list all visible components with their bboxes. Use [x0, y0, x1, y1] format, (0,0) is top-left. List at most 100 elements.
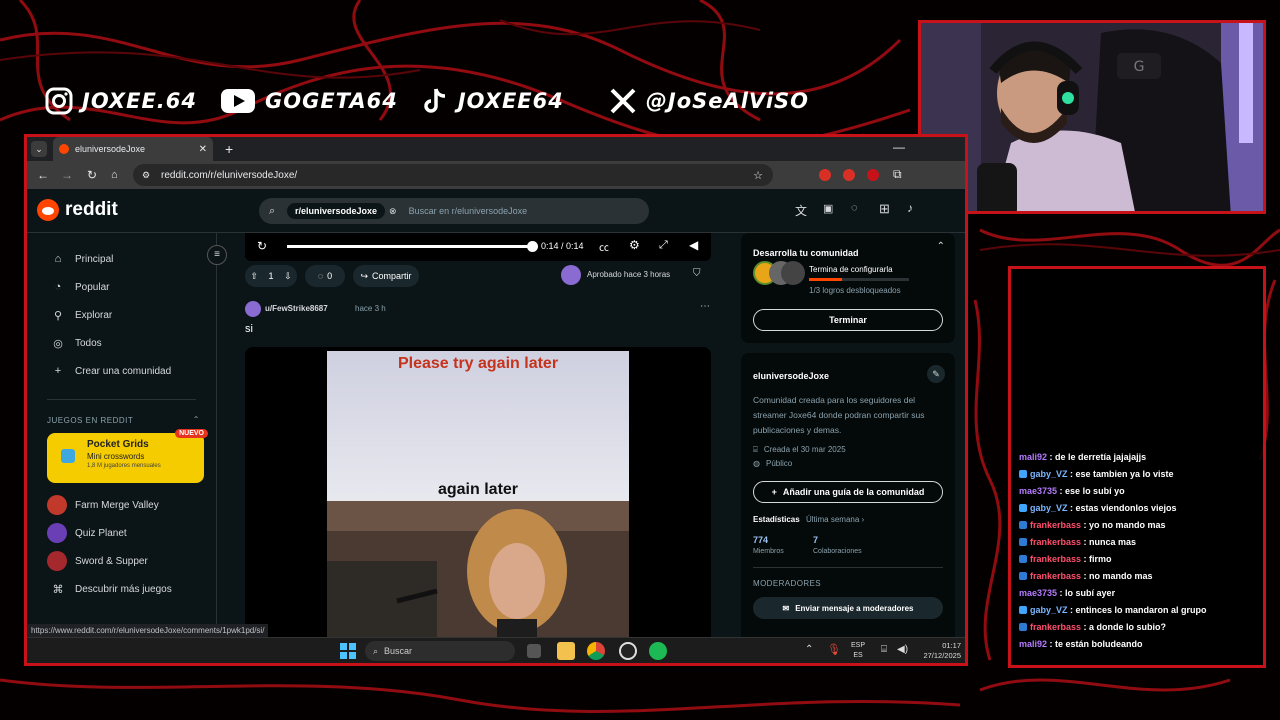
chat-username[interactable]: gaby_VZ	[1030, 469, 1068, 479]
chat-username[interactable]: gaby_VZ	[1030, 503, 1068, 513]
message-mods-button[interactable]: ✉ Enviar mensaje a moderadores	[753, 597, 943, 619]
stats-header: Estadísticas Última semana ›	[753, 515, 864, 524]
games-section-header[interactable]: JUEGOS EN REDDIT ⌃	[27, 400, 216, 425]
start-button[interactable]	[339, 642, 357, 660]
taskbar-search[interactable]: ⌕ Buscar	[365, 641, 515, 661]
chat-username[interactable]: frankerbass	[1030, 520, 1081, 530]
chat-icon[interactable]: ◌	[851, 202, 858, 214]
chat-username[interactable]: gaby_VZ	[1030, 605, 1068, 615]
game-quiz-planet[interactable]: Quiz Planet	[27, 519, 216, 547]
comment-author[interactable]: u/FewStrike8687	[265, 304, 328, 313]
video-progress-knob[interactable]	[527, 241, 538, 252]
collapse-icon[interactable]: ⌃	[937, 241, 945, 252]
chat-username[interactable]: frankerbass	[1030, 537, 1081, 547]
nav-label: Principal	[75, 253, 114, 265]
ads-icon[interactable]: ▣	[823, 202, 833, 215]
language-indicator[interactable]: ESP ES	[851, 641, 865, 661]
nav-todos[interactable]: ◎ Todos	[27, 329, 216, 357]
stats-period[interactable]: Última semana	[806, 515, 859, 524]
task-view-icon[interactable]	[527, 644, 541, 658]
video-progress-track[interactable]	[287, 241, 538, 252]
search-scope-chip[interactable]: r/eluniversodeJoxe	[287, 203, 386, 219]
sidebar-menu-icon[interactable]: ≡	[207, 245, 227, 265]
translate-icon[interactable]: 文	[795, 202, 807, 219]
terminar-button[interactable]: Terminar	[753, 309, 943, 331]
comment-more-icon[interactable]: ⋯	[700, 301, 710, 312]
chat-badge-icon	[1019, 623, 1027, 631]
replay-icon[interactable]: ↻	[257, 239, 267, 253]
share-button[interactable]: ↪ Compartir	[353, 265, 419, 287]
clock[interactable]: 01:17 27/12/2025	[915, 641, 961, 661]
social-youtube: GOGETA64	[219, 86, 398, 116]
chat-separator: :	[1081, 622, 1090, 632]
site-info-icon[interactable]: ⚙	[142, 170, 150, 181]
chat-message: frankerbass : firmo	[1019, 551, 1264, 568]
social-instagram: JOXEE.64	[44, 86, 197, 116]
new-tab-button[interactable]: +	[225, 141, 233, 157]
chat-text: ese tambien ya lo viste	[1075, 469, 1174, 479]
clear-chip-icon[interactable]: ⊗	[389, 206, 397, 217]
microphone-icon[interactable]: 🎙	[827, 643, 841, 656]
discover-games[interactable]: ⌘ Descubrir más juegos	[27, 575, 216, 603]
extension-icon-2[interactable]	[843, 169, 855, 181]
chat-username[interactable]: mali92	[1019, 452, 1047, 462]
chat-text: firmo	[1089, 554, 1112, 564]
network-icon[interactable]: ⌸	[881, 644, 887, 655]
notifications-icon[interactable]: ♪	[907, 201, 913, 215]
mod-shield-icon[interactable]: ⛉	[693, 268, 701, 279]
close-tab-icon[interactable]: ✕	[199, 144, 207, 155]
chat-username[interactable]: mae3735	[1019, 486, 1057, 496]
tray-chevron-icon[interactable]: ⌃	[805, 644, 813, 655]
visibility-row: ◍ Público	[753, 459, 792, 468]
game-farm-merge-valley[interactable]: Farm Merge Valley	[27, 491, 216, 519]
reddit-logo[interactable]: reddit	[37, 199, 118, 221]
extension-icon-1[interactable]	[819, 169, 831, 181]
settings-gear-icon[interactable]: ⚙	[629, 238, 640, 252]
search-bar[interactable]: ⌕ r/eluniversodeJoxe ⊗ Buscar en r/eluni…	[259, 198, 649, 224]
bookmark-star-icon[interactable]: ☆	[753, 169, 763, 182]
volume-icon[interactable]: ◀)	[897, 644, 908, 655]
reddit-favicon-icon	[59, 144, 69, 154]
edit-pencil-icon[interactable]: ✎	[927, 365, 945, 383]
reload-icon[interactable]: ↻	[87, 168, 97, 182]
post-video[interactable]: Please try again later again later ☝	[245, 347, 711, 647]
chat-username[interactable]: frankerbass	[1030, 554, 1081, 564]
game-label: Descubrir más juegos	[75, 583, 172, 595]
tab-search-icon[interactable]: ⌄	[31, 141, 47, 157]
obs-icon[interactable]	[619, 642, 637, 660]
comments-button[interactable]: ◌ 0	[305, 265, 345, 287]
url-field[interactable]: ⚙ reddit.com/r/eluniversodeJoxe/ ☆	[133, 164, 773, 186]
browser-tab[interactable]: eluniversodeJoxe ✕	[53, 137, 213, 161]
upvote-icon[interactable]: ⇧	[250, 271, 258, 282]
forward-icon[interactable]: →	[61, 168, 73, 182]
task-text: Termina de configurarla	[809, 265, 893, 274]
nav-principal[interactable]: ⌂ Principal	[27, 245, 216, 273]
file-explorer-icon[interactable]	[557, 642, 575, 660]
extension-icon-3[interactable]	[867, 169, 879, 181]
chat-username[interactable]: mae3735	[1019, 588, 1057, 598]
home-icon[interactable]: ⌂	[111, 169, 118, 181]
terminar-label: Terminar	[829, 315, 867, 325]
chat-username[interactable]: frankerbass	[1030, 622, 1081, 632]
game-sword-supper[interactable]: Sword & Supper	[27, 547, 216, 575]
volume-icon[interactable]: ◀	[689, 238, 698, 252]
back-icon[interactable]: ←	[37, 168, 49, 182]
create-post-icon[interactable]: ⊞	[879, 201, 890, 217]
captions-icon[interactable]: ㏄	[599, 239, 609, 254]
downvote-icon[interactable]: ⇩	[284, 271, 292, 282]
fullscreen-icon[interactable]: ⤢	[659, 239, 668, 252]
nav-popular[interactable]: ◔ Popular	[27, 273, 216, 301]
comment-count: 0	[327, 271, 333, 281]
chat-username[interactable]: frankerbass	[1030, 571, 1081, 581]
spotify-icon[interactable]	[649, 642, 667, 660]
featured-game-card[interactable]: NUEVO Pocket Grids Mini crosswords 1,8 M…	[47, 429, 208, 483]
add-guide-button[interactable]: + Añadir una guía de la comunidad	[753, 481, 943, 503]
minimize-icon[interactable]: —	[893, 140, 905, 154]
popular-icon: ◔	[54, 281, 62, 293]
extensions-puzzle-icon[interactable]: ⧉	[893, 167, 902, 182]
chat-username[interactable]: mali92	[1019, 639, 1047, 649]
nav-crear-comunidad[interactable]: + Crear una comunidad	[27, 357, 216, 385]
nav-explorar[interactable]: ⚲ Explorar	[27, 301, 216, 329]
chrome-icon[interactable]	[587, 642, 605, 660]
captured-screen: ⌄ eluniversodeJoxe ✕ + — ← → ↻ ⌂ ⚙ reddi…	[24, 134, 968, 666]
